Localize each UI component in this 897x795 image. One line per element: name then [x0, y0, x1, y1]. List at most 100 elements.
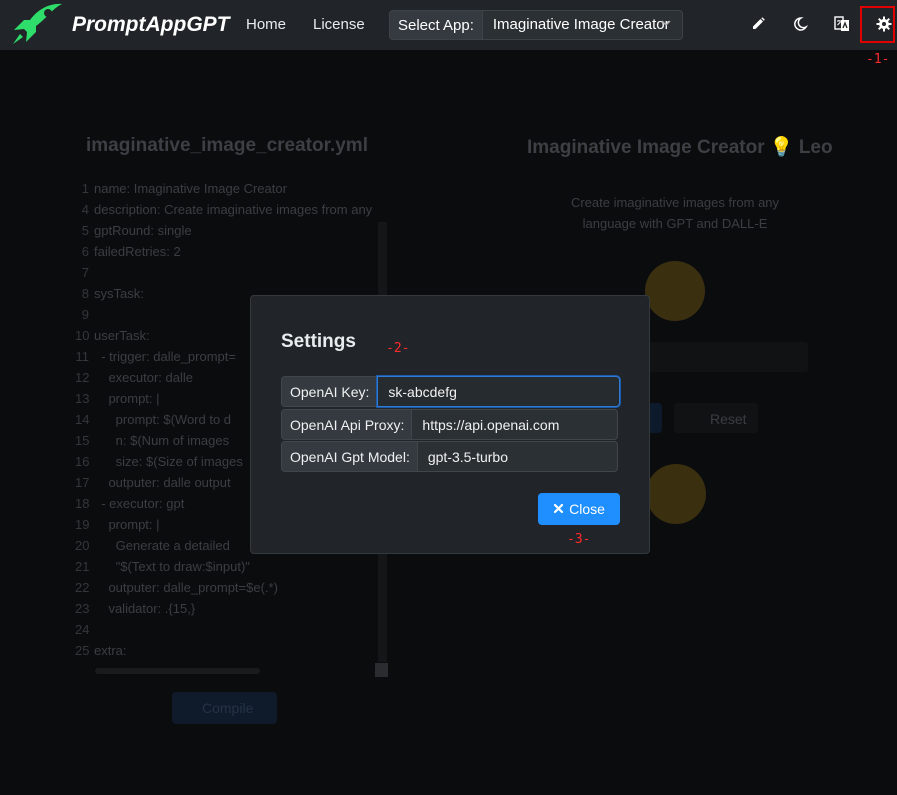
line-text: prompt: $(Word to d [94, 412, 232, 427]
line-text: userTask: [94, 328, 150, 343]
line-text: gptRound: single [94, 223, 192, 238]
close-label: Close [569, 501, 605, 517]
code-line: 18 - executor: gpt [75, 496, 184, 511]
line-number: 14 [75, 412, 90, 427]
code-line: 19 prompt: | [75, 517, 160, 532]
line-number: 16 [75, 454, 90, 469]
openai-model-row: OpenAI Gpt Model: gpt-3.5-turbo [281, 441, 618, 472]
line-text: description: Create imaginative images f… [94, 202, 373, 217]
openai-key-label: OpenAI Key: [281, 376, 378, 407]
code-line: 23 validator: .{15,} [75, 601, 195, 616]
code-line: 24 [75, 622, 94, 637]
line-text: sysTask: [94, 286, 144, 301]
openai-proxy-label: OpenAI Api Proxy: [281, 409, 413, 440]
highlight-box-settings [860, 6, 895, 43]
editor-hscrollbar[interactable] [95, 668, 260, 674]
code-line: 1 name: Imaginative Image Creator [75, 181, 287, 196]
openai-proxy-input[interactable]: https://api.openai.com [412, 409, 618, 440]
code-line: 5 gptRound: single [75, 223, 192, 238]
line-text: "$(Text to draw:$input)" [94, 559, 250, 574]
settings-modal: Settings -2- OpenAI Key: sk-abcdefg Open… [250, 295, 650, 554]
line-number: 10 [75, 328, 90, 343]
openai-model-label: OpenAI Gpt Model: [281, 441, 418, 472]
code-line: 20 Generate a detailed [75, 538, 230, 553]
translate-icon[interactable] [832, 14, 852, 34]
line-text: validator: .{15,} [94, 601, 196, 616]
moon-icon[interactable] [790, 14, 810, 34]
select-app-label: Select App: [389, 10, 483, 40]
bulb-icon: 💡 [769, 137, 794, 158]
select-app-value: Imaginative Image Creator [492, 16, 670, 33]
code-line: 4 description: Create imaginative images … [75, 202, 372, 217]
pencil-icon[interactable] [748, 14, 768, 34]
marker-2: -2- [386, 341, 410, 356]
marker-3: -3- [567, 532, 591, 547]
line-number: 6 [81, 244, 89, 259]
line-text: prompt: | [94, 391, 160, 406]
close-icon [553, 501, 564, 517]
line-text: - executor: gpt [94, 496, 185, 511]
code-line: 6 failedRetries: 2 [75, 244, 181, 259]
line-number: 7 [81, 265, 89, 280]
editor-resize-handle[interactable] [375, 663, 388, 677]
openai-proxy-row: OpenAI Api Proxy: https://api.openai.com [281, 409, 618, 440]
line-number: 23 [75, 601, 90, 616]
line-text: - trigger: dalle_prompt= [94, 349, 236, 364]
code-line: 8 sysTask: [75, 286, 144, 301]
compile-button[interactable]: Compile [172, 692, 277, 724]
code-line: 10 userTask: [75, 328, 150, 343]
line-number: 11 [75, 349, 90, 364]
line-text: prompt: | [94, 517, 160, 532]
chevron-down-icon [660, 17, 672, 32]
nav-link-home[interactable]: Home [246, 16, 286, 33]
select-app-dropdown[interactable]: Imaginative Image Creator [482, 10, 683, 40]
code-line: 22 outputer: dalle_prompt=$e(.*) [75, 580, 278, 595]
editor-title: imaginative_image_creator.yml [86, 135, 368, 156]
app-description: Create imaginative images from any langu… [570, 195, 780, 231]
marker-1: -1- [866, 52, 890, 67]
reset-label: Reset [710, 411, 747, 427]
brand[interactable]: PromptAppGPT [10, 0, 230, 51]
openai-model-input[interactable]: gpt-3.5-turbo [417, 441, 618, 472]
line-text: n: $(Num of images [94, 433, 230, 448]
line-number: 9 [81, 307, 89, 322]
line-text: outputer: dalle output [94, 475, 231, 490]
settings-title: Settings [281, 331, 356, 352]
code-line: 14 prompt: $(Word to d [75, 412, 231, 427]
line-number: 5 [81, 223, 89, 238]
code-line: 25 extra: [75, 643, 127, 658]
line-number: 15 [75, 433, 90, 448]
line-number: 4 [81, 202, 89, 217]
line-text: size: $(Size of images [94, 454, 243, 469]
code-line: 16 size: $(Size of images [75, 454, 243, 469]
tools-icon [646, 464, 706, 524]
close-button[interactable]: Close [538, 493, 620, 525]
app-title-text: Imaginative Image Creator [527, 137, 765, 158]
code-line: 11 - trigger: dalle_prompt= [75, 349, 236, 364]
line-number: 17 [75, 475, 90, 490]
code-line: 17 outputer: dalle output [75, 475, 231, 490]
app-title: Imaginative Image Creator 💡 Leo [527, 135, 833, 159]
openai-key-input[interactable]: sk-abcdefg [377, 376, 620, 407]
app-input[interactable] [640, 342, 808, 372]
line-number: 13 [75, 391, 90, 406]
brand-name: PromptAppGPT [72, 13, 230, 36]
line-number: 22 [75, 580, 90, 595]
line-text: name: Imaginative Image Creator [94, 181, 287, 196]
nav-link-license[interactable]: License [313, 16, 365, 33]
navbar: PromptAppGPT Home License Select App: Im… [0, 0, 897, 50]
code-line: 15 n: $(Num of images [75, 433, 229, 448]
reset-button[interactable]: Reset [674, 403, 758, 433]
line-text: extra: [94, 643, 127, 658]
compile-label: Compile [202, 700, 254, 716]
line-text: executor: dalle [94, 370, 193, 385]
select-app: Select App: Imaginative Image Creator [389, 10, 683, 40]
openai-key-row: OpenAI Key: sk-abcdefg [281, 376, 620, 407]
line-number: 18 [75, 496, 90, 511]
app-author: Leo [798, 137, 833, 158]
avatar [645, 261, 705, 321]
line-text: outputer: dalle_prompt=$e(.*) [94, 580, 278, 595]
rocket-icon [10, 0, 66, 51]
line-number: 19 [75, 517, 90, 532]
code-line: 12 executor: dalle [75, 370, 193, 385]
